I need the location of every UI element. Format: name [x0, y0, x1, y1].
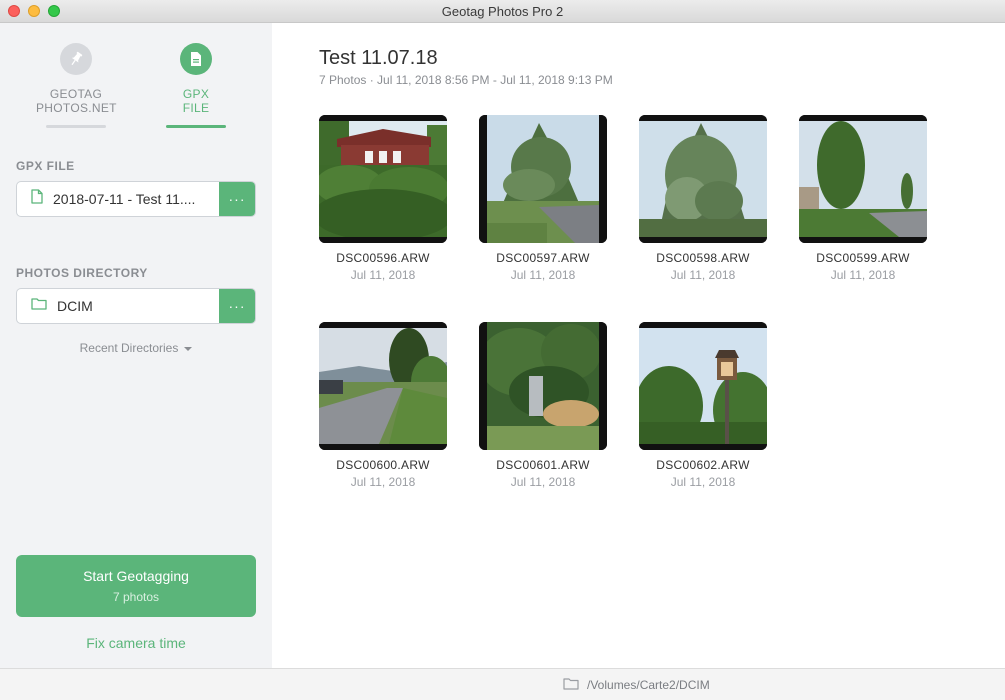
photo-item[interactable]: DSC00602.ARW Jul 11, 2018 [639, 322, 767, 489]
tab-gpx-label: GPX FILE [182, 87, 210, 115]
window-title: Geotag Photos Pro 2 [441, 4, 564, 19]
pin-icon [60, 43, 92, 75]
photo-date: Jul 11, 2018 [670, 268, 736, 282]
photo-thumbnail [319, 322, 447, 450]
file-icon [180, 43, 212, 75]
photo-item[interactable]: DSC00596.ARW Jul 11, 2018 [319, 115, 447, 282]
directory-path: /Volumes/Carte2/DCIM [563, 677, 710, 693]
caret-down-icon [184, 346, 193, 351]
photo-filename: DSC00599.ARW [816, 251, 910, 265]
tab-geotag-underline [46, 125, 106, 128]
gpx-file-field: 2018-07-11 - Test 11.... ··· [16, 181, 256, 217]
photo-filename: DSC00598.ARW [656, 251, 750, 265]
photo-filename: DSC00597.ARW [496, 251, 590, 265]
photo-item[interactable]: DSC00601.ARW Jul 11, 2018 [479, 322, 607, 489]
sidebar: GEOTAG PHOTOS.NET GPX FILE GPX FILE 2018… [0, 23, 272, 668]
photo-date: Jul 11, 2018 [830, 268, 896, 282]
recent-directories-label: Recent Directories [79, 341, 179, 355]
folder-icon [563, 677, 579, 693]
start-geotagging-label: Start Geotagging [83, 568, 189, 584]
recent-directories-dropdown[interactable]: Recent Directories [0, 341, 272, 355]
photo-filename: DSC00602.ARW [656, 458, 750, 472]
folder-icon [31, 297, 47, 315]
photo-thumbnail [479, 115, 607, 243]
gpx-file-value: 2018-07-11 - Test 11.... [53, 191, 196, 207]
start-geotagging-count: 7 photos [112, 590, 160, 604]
photo-item[interactable]: DSC00599.ARW Jul 11, 2018 [799, 115, 927, 282]
photo-filename: DSC00600.ARW [336, 458, 430, 472]
document-icon [31, 189, 43, 209]
photo-date: Jul 11, 2018 [510, 475, 576, 489]
photo-filename: DSC00601.ARW [496, 458, 590, 472]
photo-item[interactable]: DSC00598.ARW Jul 11, 2018 [639, 115, 767, 282]
photo-item[interactable]: DSC00597.ARW Jul 11, 2018 [479, 115, 607, 282]
tab-gpx-file[interactable]: GPX FILE [156, 43, 236, 128]
gpx-file-more-button[interactable]: ··· [219, 182, 255, 216]
page-subtitle: 7 Photos · Jul 11, 2018 8:56 PM - Jul 11… [319, 73, 613, 87]
zoom-window-button[interactable] [48, 5, 60, 17]
photo-date: Jul 11, 2018 [350, 268, 416, 282]
minimize-window-button[interactable] [28, 5, 40, 17]
title-bar: Geotag Photos Pro 2 [0, 0, 1005, 23]
close-window-button[interactable] [8, 5, 20, 17]
photo-filename: DSC00596.ARW [336, 251, 430, 265]
photo-date: Jul 11, 2018 [670, 475, 736, 489]
photo-date: Jul 11, 2018 [350, 475, 416, 489]
photo-thumbnail [479, 322, 607, 450]
photos-directory-section-label: PHOTOS DIRECTORY [16, 266, 148, 280]
photo-thumbnail [319, 115, 447, 243]
status-bar: /Volumes/Carte2/DCIM [0, 668, 1005, 700]
fix-camera-time-link[interactable]: Fix camera time [0, 635, 272, 651]
photos-directory-value: DCIM [57, 298, 93, 314]
main-content: Test 11.07.18 7 Photos · Jul 11, 2018 8:… [272, 23, 1005, 668]
photo-thumbnail [639, 115, 767, 243]
gpx-file-section-label: GPX FILE [16, 159, 75, 173]
tab-geotag-photos-net[interactable]: GEOTAG PHOTOS.NET [36, 43, 116, 128]
directory-path-text: /Volumes/Carte2/DCIM [587, 678, 710, 692]
photos-directory-select[interactable]: DCIM [17, 289, 219, 323]
photo-thumbnail [799, 115, 927, 243]
photos-directory-field: DCIM ··· [16, 288, 256, 324]
tab-geotag-label: GEOTAG PHOTOS.NET [36, 87, 117, 115]
photo-date: Jul 11, 2018 [510, 268, 576, 282]
tab-gpx-underline [166, 125, 226, 128]
gpx-file-select[interactable]: 2018-07-11 - Test 11.... [17, 182, 219, 216]
start-geotagging-button[interactable]: Start Geotagging 7 photos [16, 555, 256, 617]
photo-thumbnail [639, 322, 767, 450]
photo-item[interactable]: DSC00600.ARW Jul 11, 2018 [319, 322, 447, 489]
photos-directory-more-button[interactable]: ··· [219, 289, 255, 323]
page-title: Test 11.07.18 [319, 47, 438, 69]
